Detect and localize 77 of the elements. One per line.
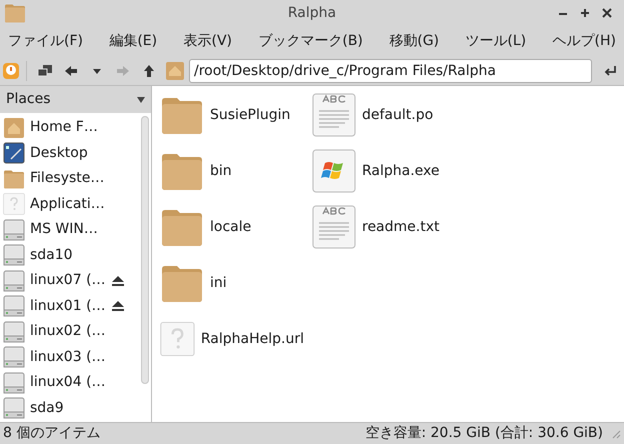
eject-icon[interactable] (111, 300, 125, 312)
place-item[interactable]: Filesyste… (0, 166, 139, 192)
file-item[interactable]: SusiePlugin (160, 93, 304, 137)
file-item[interactable]: bin (160, 149, 304, 193)
file-item[interactable]: readme.txt (312, 205, 456, 249)
file-name: bin (210, 162, 232, 180)
menu-item[interactable]: 編集(E) (107, 30, 160, 52)
drive-icon (3, 270, 25, 292)
file-item[interactable]: ini (160, 261, 304, 305)
place-label: linux04 (… (30, 373, 106, 392)
file-name: RalphaHelp.url (200, 330, 304, 348)
drive-icon (3, 397, 25, 420)
place-label: linux03 (… (30, 348, 106, 367)
location-field[interactable]: /root/Desktop/drive_c/Program Files/Ralpha (189, 58, 592, 82)
place-item[interactable]: Home F… (0, 115, 139, 140)
file-name: readme.txt (362, 218, 440, 236)
place-label: MS WIN… (30, 220, 99, 240)
drive-icon (3, 244, 25, 266)
file-item[interactable]: locale (160, 205, 304, 249)
place-label: Applicati… (30, 194, 106, 214)
place-item[interactable]: linux03 (… (0, 344, 139, 370)
eject-icon[interactable] (111, 274, 125, 287)
drive-icon (3, 295, 25, 318)
home-folder-icon (3, 116, 25, 139)
place-label: Home F… (30, 118, 99, 138)
place-item[interactable]: sda9 (0, 396, 139, 421)
alert-icon[interactable] (2, 62, 20, 80)
place-label: sda10 (30, 246, 74, 265)
drive-icon (3, 218, 25, 241)
place-item[interactable]: linux02 (… (0, 319, 139, 344)
place-item[interactable]: linux04 (… (0, 370, 139, 396)
place-label: Filesyste… (30, 169, 106, 188)
place-label: linux01 (… (30, 296, 106, 316)
text-file-icon (312, 93, 356, 137)
place-item[interactable]: Applicati… (0, 192, 139, 217)
file-item[interactable]: Ralpha.exe (312, 149, 456, 193)
program-icon (312, 149, 356, 193)
menu-item[interactable]: ブックマーク(B) (256, 30, 365, 52)
file-name: ini (210, 274, 227, 292)
dropdown-caret-icon (137, 96, 145, 102)
place-label: linux07 (… (30, 271, 106, 290)
window-title: Ralpha (288, 4, 336, 22)
desktop-icon (3, 142, 25, 164)
close-icon[interactable] (602, 8, 612, 18)
menu-item[interactable]: 表示(V) (181, 30, 234, 52)
file-name: Ralpha.exe (362, 162, 440, 180)
file-item[interactable]: default.po (312, 93, 456, 137)
scrollbar-thumb[interactable] (141, 116, 149, 384)
place-item[interactable]: MS WIN… (0, 217, 139, 242)
place-label: Desktop (30, 144, 89, 163)
file-name: SusiePlugin (210, 106, 290, 124)
text-file-icon (312, 205, 356, 249)
file-item[interactable]: RalphaHelp.url (160, 317, 304, 361)
menu-item[interactable]: ファイル(F) (6, 30, 85, 52)
file-name: default.po (362, 106, 434, 124)
drive-icon (3, 346, 25, 368)
unknown-file-icon (3, 193, 25, 216)
menu-item[interactable]: 移動(G) (387, 30, 442, 52)
place-item[interactable]: sda10 (0, 242, 139, 268)
menu-item[interactable]: ヘルプ(H) (550, 30, 618, 52)
places-header[interactable]: Places (0, 86, 151, 113)
folder-icon (3, 168, 25, 190)
drive-icon (3, 372, 25, 394)
menu-item[interactable]: ツール(L) (463, 30, 528, 52)
place-item[interactable]: linux01 (… (0, 294, 139, 319)
place-label: sda9 (30, 398, 65, 418)
resize-grip-icon[interactable] (611, 428, 621, 438)
places-title: Places (6, 90, 51, 109)
file-name: locale (210, 218, 252, 236)
item-count: 8 個のアイテム (3, 424, 100, 443)
place-item[interactable]: Desktop (0, 140, 139, 166)
app-icon (4, 2, 26, 24)
maximize-icon[interactable] (580, 8, 590, 18)
drive-icon (3, 320, 25, 343)
place-item[interactable]: linux07 (… (0, 268, 139, 294)
place-label: linux02 (… (30, 322, 106, 342)
free-space: 空き容量: 20.5 GiB (合計: 30.6 GiB) (365, 424, 603, 443)
